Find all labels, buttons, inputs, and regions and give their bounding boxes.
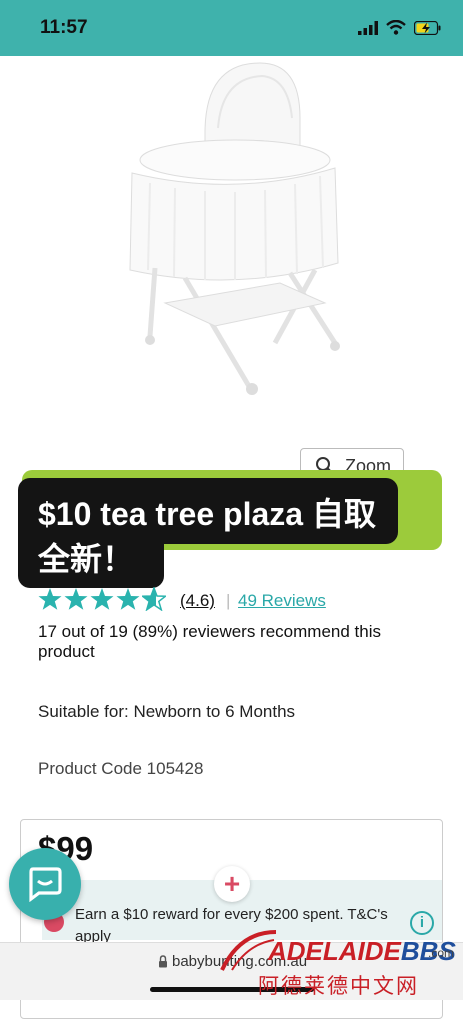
info-icon[interactable]: i xyxy=(410,911,434,935)
status-icons xyxy=(358,19,441,40)
rating-row: (4.6) | 49 Reviews xyxy=(38,585,326,616)
star-icon xyxy=(64,587,88,616)
product-image[interactable] xyxy=(110,58,360,403)
battery-charging-icon xyxy=(413,20,441,40)
star-icon xyxy=(116,587,140,616)
caption-overlay-line1: $10 tea tree plaza 自取 xyxy=(18,478,398,544)
watermark-com: .com xyxy=(428,946,455,960)
chat-bubble-icon xyxy=(27,866,63,907)
status-time: 11:57 xyxy=(40,17,88,38)
watermark-chinese: 阿德莱德中文网 xyxy=(258,975,419,998)
caption-overlay-line2: 全新！ xyxy=(18,540,165,588)
watermark-adelaide: ADELAIDE xyxy=(268,936,401,966)
star-icon xyxy=(90,587,114,616)
rating-value-link[interactable]: (4.6) xyxy=(180,588,215,614)
wifi-icon xyxy=(386,19,406,40)
product-code: Product Code 105428 xyxy=(38,759,204,778)
star-icon xyxy=(38,587,62,616)
rating-separator: | xyxy=(226,591,231,610)
reviews-link[interactable]: 49 Reviews xyxy=(238,588,326,614)
status-bar: 11:57 xyxy=(0,0,463,56)
chat-button[interactable] xyxy=(9,848,81,920)
expand-plus-button[interactable]: + xyxy=(214,866,250,902)
signal-icon xyxy=(358,20,378,40)
lock-icon xyxy=(158,955,168,973)
half-star-icon xyxy=(140,585,168,616)
recommend-text: 17 out of 19 (89%) reviewers recommend t… xyxy=(38,622,381,661)
star-rating xyxy=(38,585,168,616)
suitable-for-text: Suitable for: Newborn to 6 Months xyxy=(38,702,296,721)
